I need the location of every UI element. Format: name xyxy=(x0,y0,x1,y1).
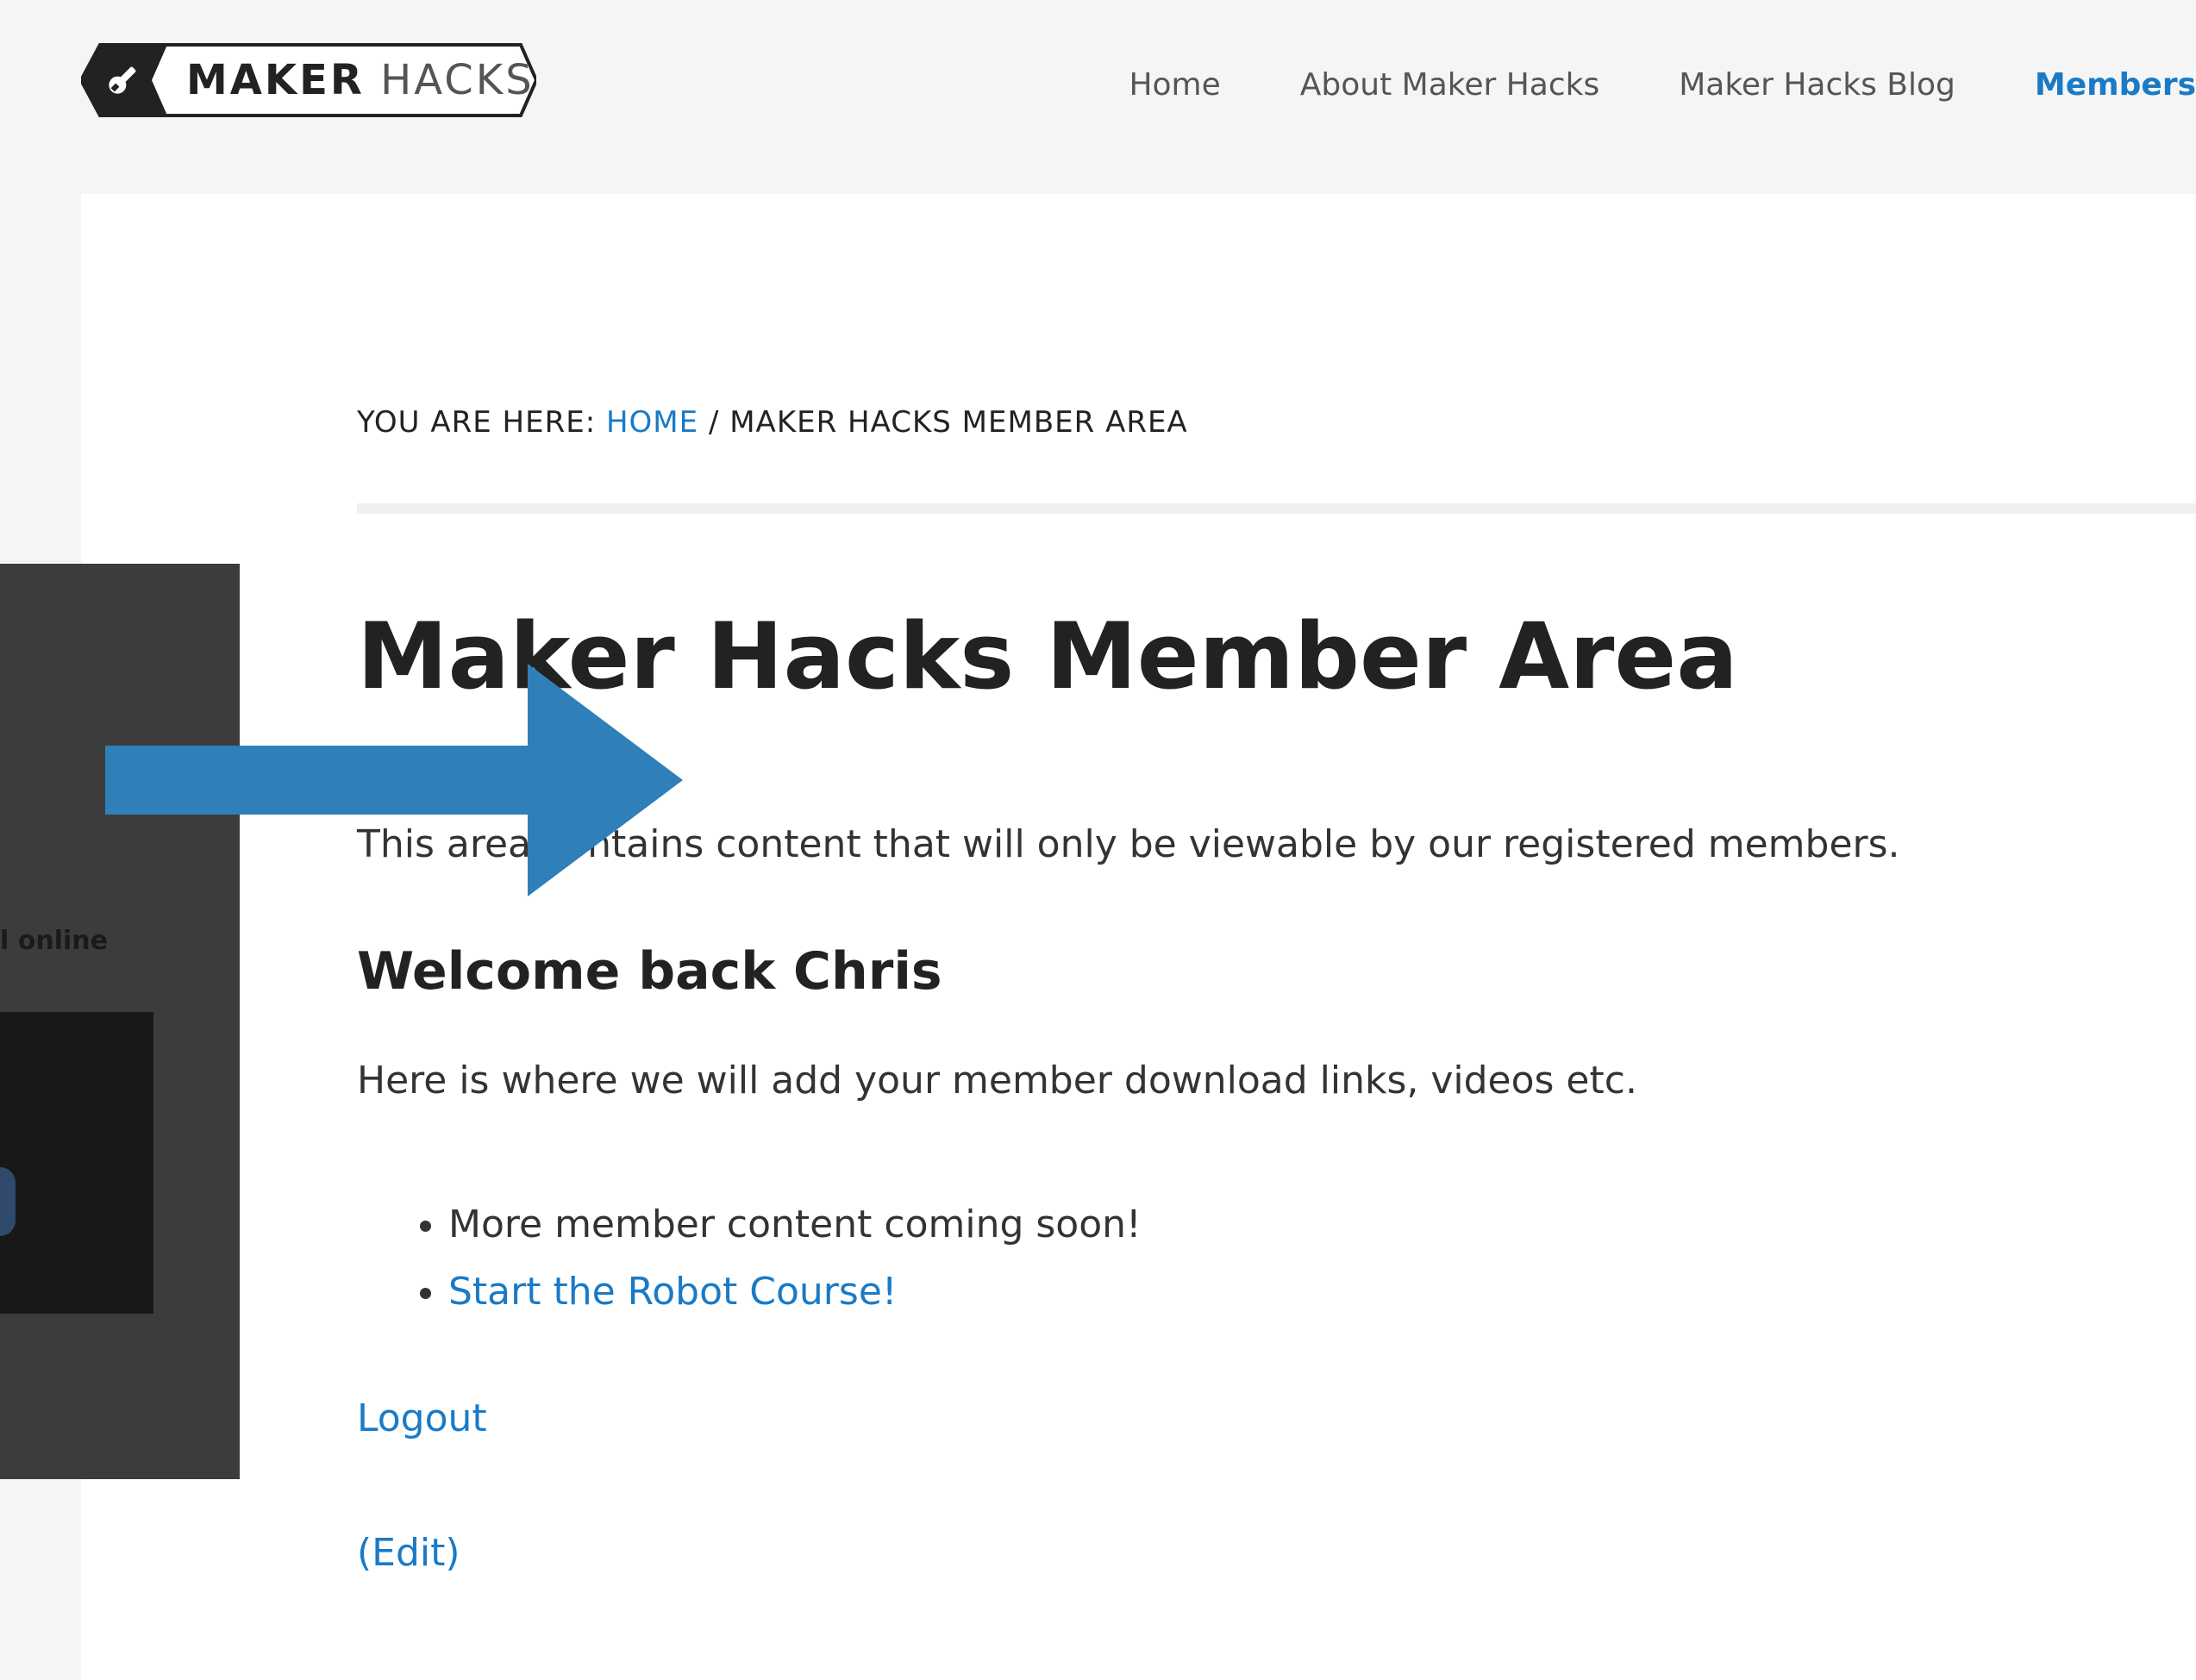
nav-item-about[interactable]: About Maker Hacks xyxy=(1300,67,1599,103)
breadcrumb-divider xyxy=(357,503,2196,514)
logo-text: MAKER HACKS xyxy=(186,43,535,117)
list-item: More member content coming soon! xyxy=(448,1191,1142,1258)
robot-course-link[interactable]: Start the Robot Course! xyxy=(448,1270,898,1314)
breadcrumb-home-link[interactable]: HOME xyxy=(606,405,698,440)
nav-item-members[interactable]: Members xyxy=(2035,67,2196,103)
body-text: Here is where we will add your member do… xyxy=(357,1059,1637,1102)
nav-item-blog[interactable]: Maker Hacks Blog xyxy=(1679,67,1955,103)
overlay-panel-label: l online xyxy=(0,926,108,956)
thumbnail-highlight xyxy=(0,1167,16,1236)
logo-word-maker: MAKER xyxy=(186,56,365,104)
nav-item-home[interactable]: Home xyxy=(1129,67,1220,103)
breadcrumb-prefix: YOU ARE HERE: xyxy=(357,405,597,440)
site-header: MAKER HACKS Home About Maker Hacks Maker… xyxy=(0,0,2196,194)
overlay-thumbnail xyxy=(0,1012,153,1314)
breadcrumb-current: MAKER HACKS MEMBER AREA xyxy=(729,405,1188,440)
welcome-heading: Welcome back Chris xyxy=(357,941,942,1002)
logo-word-hacks: HACKS xyxy=(380,56,535,104)
breadcrumb: YOU ARE HERE: HOME / MAKER HACKS MEMBER … xyxy=(357,405,1188,440)
list-item-text: More member content coming soon! xyxy=(448,1202,1142,1246)
main-nav: Home About Maker Hacks Maker Hacks Blog … xyxy=(1049,55,2196,114)
member-content-list: More member content coming soon! Start t… xyxy=(357,1191,1142,1326)
logo-badge: MAKER HACKS xyxy=(81,43,536,117)
breadcrumb-separator: / xyxy=(708,405,720,440)
pointer-arrow-icon xyxy=(105,664,683,896)
edit-link[interactable]: (Edit) xyxy=(357,1531,460,1575)
logout-link[interactable]: Logout xyxy=(357,1396,487,1440)
site-logo[interactable]: MAKER HACKS xyxy=(81,43,536,117)
list-item: Start the Robot Course! xyxy=(448,1258,1142,1326)
